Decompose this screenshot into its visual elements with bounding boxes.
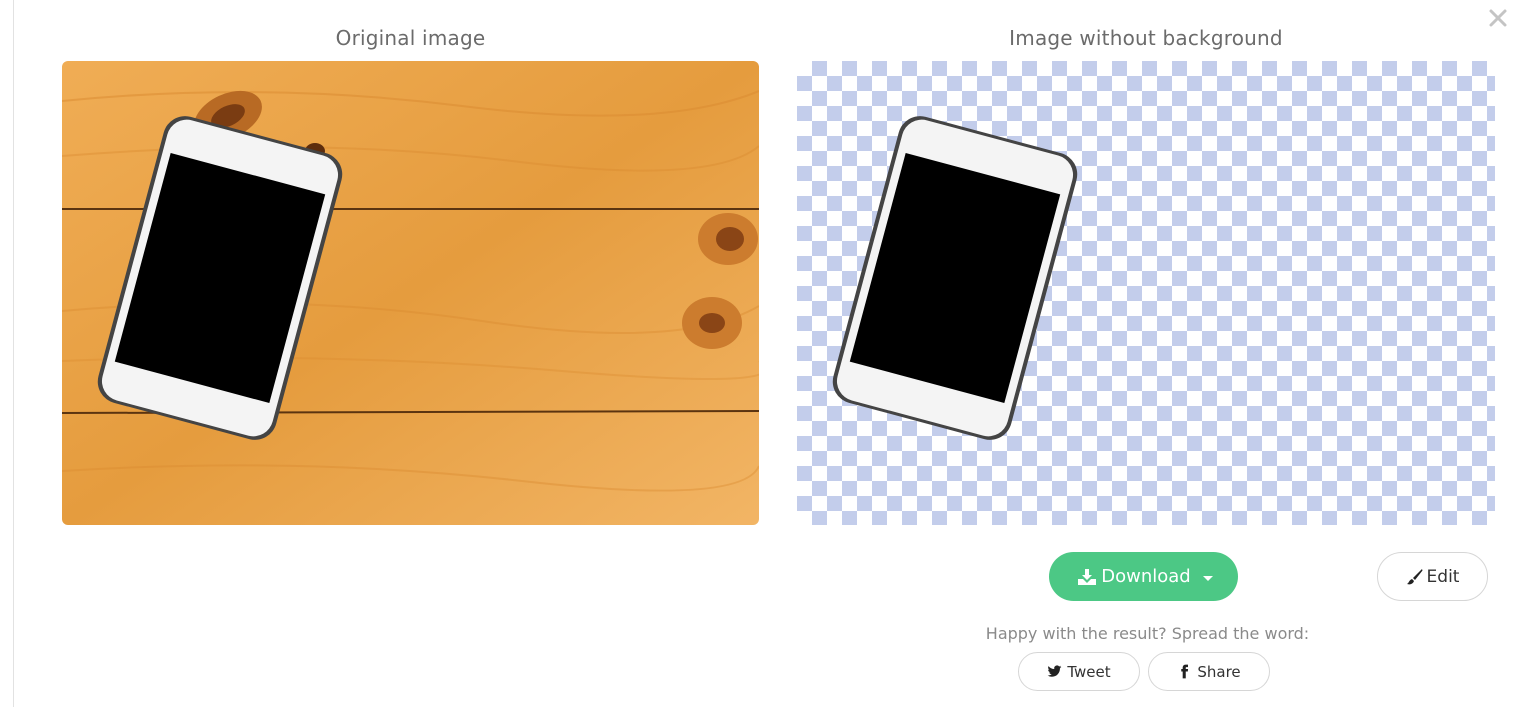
original-image (62, 61, 759, 525)
edit-label: Edit (1426, 566, 1460, 587)
result-image-caption: Image without background (1009, 26, 1283, 50)
share-label: Share (1197, 662, 1241, 681)
caret-down-icon[interactable] (1202, 575, 1213, 581)
share-prompt: Happy with the result? Spread the word: (985, 624, 1310, 643)
left-divider (13, 0, 14, 707)
result-image (797, 61, 1495, 525)
download-icon (1078, 568, 1097, 585)
original-image-caption: Original image (335, 26, 486, 50)
tweet-label: Tweet (1067, 662, 1111, 681)
facebook-icon (1181, 664, 1189, 679)
twitter-icon (1047, 665, 1062, 677)
download-label: Download (1101, 566, 1191, 587)
remove-background-result-modal: Original image Image without background (0, 0, 1519, 707)
download-button[interactable]: Download (1049, 552, 1238, 601)
tweet-button[interactable]: Tweet (1018, 652, 1140, 691)
edit-button[interactable]: Edit (1377, 552, 1488, 601)
brush-icon (1406, 569, 1423, 585)
share-button[interactable]: Share (1148, 652, 1270, 691)
